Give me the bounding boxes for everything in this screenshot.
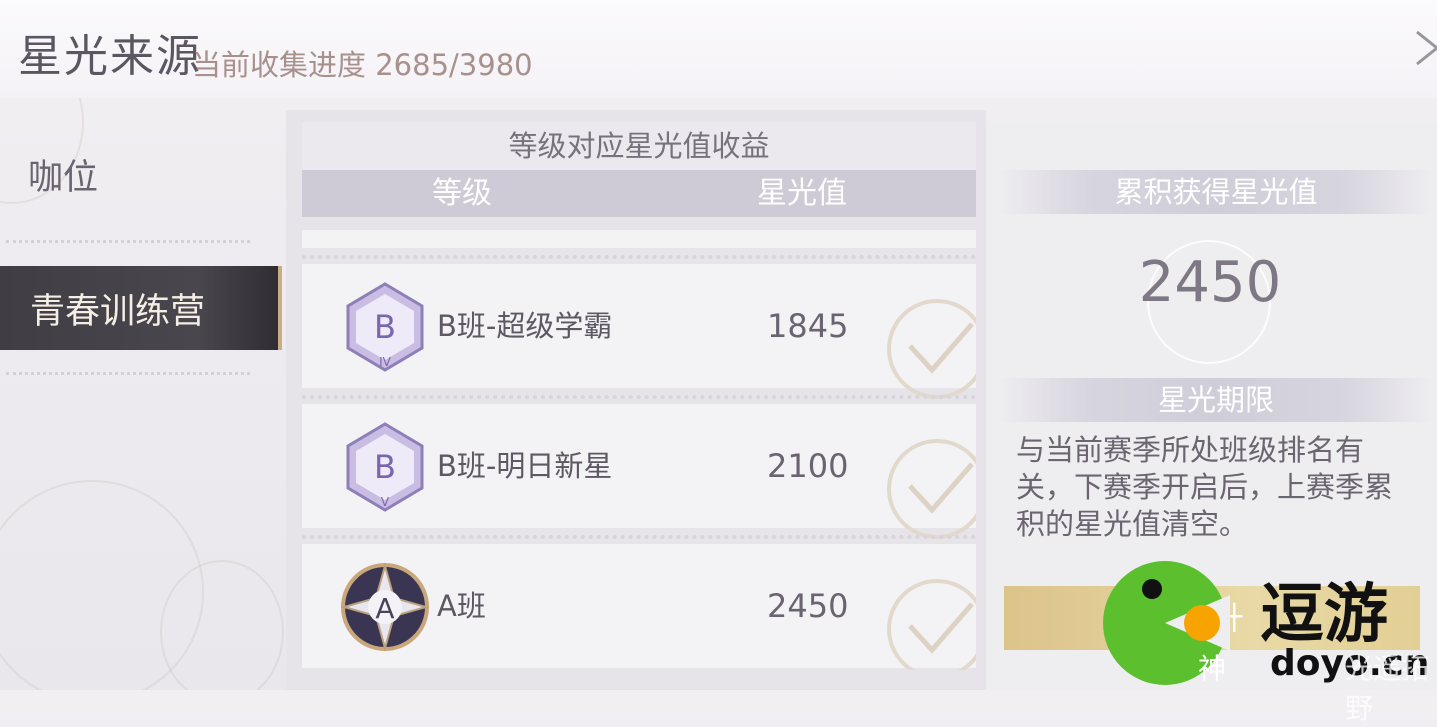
header-bar: 星光来源 当前收集进度 2685/3980 [0,0,1437,98]
claimed-check-icon [887,299,976,399]
class-b-badge-icon: B V [346,422,424,512]
expiry-description: 与当前赛季所处班级排名有关，下赛季开启后，上赛季累积的星光值清空。 [1016,433,1394,541]
watermark-faint-text: 光遥拓野 [1345,652,1430,725]
sidebar-item-label: 青春训练营 [30,291,206,332]
expiry-label: 星光期限 [1157,383,1274,417]
sidebar-item-kawei[interactable]: 咖位 [0,132,282,216]
total-starlight-value: 2450 [1138,250,1282,315]
table-header: 等级 星光值 [302,170,976,217]
badge-tier: V [381,495,390,509]
column-header-starlight: 星光值 [757,176,847,211]
badge-letter: A [375,592,394,625]
claimed-check-icon [887,579,976,670]
sidebar-item-label: 咖位 [28,157,99,198]
row-level-name: B班-明日新星 [437,449,613,483]
watermark-brand: 逗游 [1260,578,1388,652]
table-row: B V B班-明日新星 2100 [302,395,976,539]
reward-list[interactable]: B IV B班-超级学霸 1845 B V B班-明日新星 2100 A A班 … [302,230,976,670]
sidebar: 咖位 青春训练营 [0,110,282,690]
total-starlight-label: 累积获得星光值 [1114,175,1318,209]
column-header-level: 等级 [432,176,492,211]
class-a-badge-icon: A [340,562,430,652]
badge-letter: B [374,308,396,346]
table-row: A A班 2450 [302,535,976,670]
page-title: 星光来源 [18,31,202,82]
row-level-name: B班-超级学霸 [437,309,613,343]
table-row-partial [302,230,976,248]
watermark-prefix: 神 [1198,652,1227,685]
table-caption: 等级对应星光值收益 [302,122,976,170]
class-b-badge-icon: B IV [346,282,424,372]
chevron-right-icon[interactable] [1413,30,1437,66]
progress-value: 2685/3980 [375,48,533,82]
progress-label: 当前收集进度 [192,48,367,82]
expiry-ribbon: 星光期限 [1000,378,1432,422]
badge-tier: IV [379,355,392,369]
badge-letter: B [374,448,396,486]
total-starlight-ribbon: 累积获得星光值 [1000,170,1432,214]
claimed-check-icon [887,439,976,539]
sidebar-item-training-camp[interactable]: 青春训练营 [0,266,282,350]
divider [6,372,250,375]
row-starlight-value: 1845 [767,307,849,345]
table-row: B IV B班-超级学霸 1845 [302,255,976,399]
row-starlight-value: 2100 [767,447,849,485]
divider [6,240,250,243]
watermark: 神 逗游 doyo.cn 光遥拓野 [1090,555,1437,725]
collection-progress: 当前收集进度 2685/3980 [192,42,533,84]
row-level-name: A班 [437,589,486,623]
row-starlight-value: 2450 [767,587,849,625]
